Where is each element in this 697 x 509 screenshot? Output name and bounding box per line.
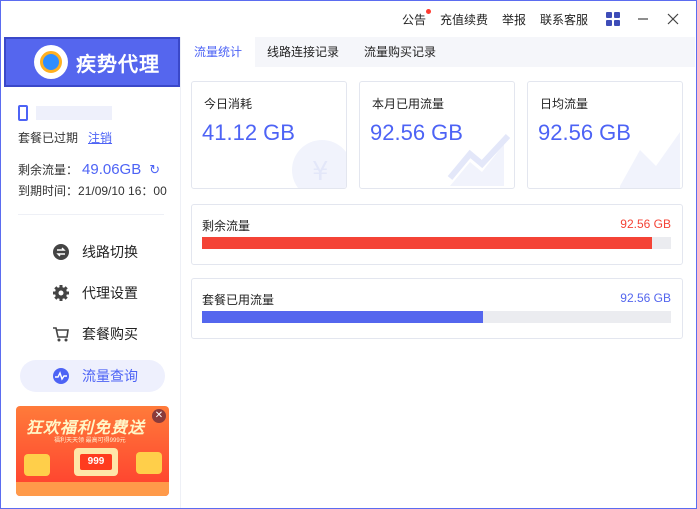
nav-item-proxy-settings[interactable]: 代理设置	[20, 277, 165, 309]
gear-icon	[52, 284, 70, 302]
brand-header: 疾势代理	[4, 37, 180, 87]
cart-icon	[52, 325, 70, 343]
trend-icon	[447, 133, 511, 186]
recharge-link[interactable]: 充值续费	[440, 11, 488, 28]
contact-support-link[interactable]: 联系客服	[540, 11, 588, 28]
nav-item-label: 代理设置	[82, 285, 138, 301]
promo-base	[16, 482, 169, 496]
brand-logo	[34, 45, 68, 79]
promo-price: 999	[80, 454, 112, 470]
progress-fill	[202, 237, 653, 249]
account-row	[18, 105, 112, 121]
minimize-button[interactable]	[632, 8, 654, 30]
nav-item-label: 套餐购买	[82, 326, 138, 342]
progress-track	[202, 237, 671, 249]
switch-icon	[52, 243, 70, 261]
chart-icon	[620, 132, 680, 188]
brand-name: 疾势代理	[76, 53, 160, 76]
remaining-label: 剩余流量：	[18, 163, 79, 177]
usage-value: 92.56 GB	[620, 291, 671, 305]
stat-card-daily-avg: 日均流量 92.56 GB	[527, 81, 683, 189]
progress-track	[202, 311, 671, 323]
expire-label: 到期时间：	[18, 184, 79, 198]
stat-label: 日均流量	[540, 97, 589, 111]
nav-item-line-switch[interactable]: 线路切换	[20, 236, 165, 268]
gift-icon	[24, 454, 50, 476]
expire-row: 到期时间：21/09/10 16：00	[18, 182, 167, 199]
logout-link[interactable]: 注销	[88, 131, 112, 145]
promo-subtitle: 福利天天领 最高可得999元	[54, 438, 126, 444]
promo-price-card: 999	[74, 448, 118, 476]
sidebar-divider	[18, 214, 164, 215]
sidebar: 疾势代理 套餐已过期 注销 剩余流量： 49.06GB ↻ 到期时间：21/09/…	[2, 37, 181, 508]
plan-status: 套餐已过期	[18, 131, 79, 145]
yen-icon: ¥	[292, 140, 346, 188]
nav-item-traffic-query[interactable]: 流量查询	[20, 360, 165, 392]
phone-icon	[18, 105, 28, 121]
announcement-link[interactable]: 公告	[402, 8, 431, 28]
tab-traffic-stats[interactable]: 流量统计	[182, 37, 256, 67]
title-bar: 公告 充值续费 举报 联系客服	[182, 1, 696, 37]
plan-status-row: 套餐已过期 注销	[18, 129, 112, 146]
stat-label: 本月已用流量	[372, 97, 445, 111]
report-link[interactable]: 举报	[502, 11, 526, 28]
nav-item-label: 流量查询	[82, 368, 138, 384]
promo-banner[interactable]: 狂欢福利免费送 福利天天领 最高可得999元 ✕ 999	[16, 406, 169, 496]
nav-item-buy-plan[interactable]: 套餐购买	[20, 318, 165, 350]
expire-value: 21/09/10 16：00	[78, 184, 167, 198]
remaining-traffic-panel: 剩余流量 92.56 GB	[191, 204, 683, 265]
tab-bar: 流量统计 线路连接记录 流量购买记录	[182, 37, 695, 67]
remaining-value: 49.06GB	[82, 161, 142, 178]
svg-text:¥: ¥	[312, 157, 329, 187]
remaining-traffic-row: 剩余流量： 49.06GB ↻	[18, 161, 160, 178]
menu-grid-button[interactable]	[602, 8, 624, 30]
refresh-icon[interactable]: ↻	[149, 162, 160, 178]
plan-used-traffic-panel: 套餐已用流量 92.56 GB	[191, 278, 683, 339]
usage-value: 92.56 GB	[620, 217, 671, 231]
app-window: 公告 充值续费 举报 联系客服 疾势代理 套餐已过期 注销 剩余流量： 49.06…	[0, 0, 697, 509]
tab-connection-log[interactable]: 线路连接记录	[255, 37, 352, 67]
nav-item-label: 线路切换	[82, 244, 138, 260]
gift-icon	[136, 452, 162, 474]
grid-icon	[606, 12, 620, 26]
stat-label: 今日消耗	[204, 97, 253, 111]
close-icon	[667, 13, 679, 25]
stat-card-today: 今日消耗 41.12 GB ¥	[191, 81, 347, 189]
promo-close-icon[interactable]: ✕	[152, 409, 166, 423]
usage-label: 套餐已用流量	[202, 293, 275, 307]
account-name-placeholder	[36, 106, 112, 120]
minimize-icon	[638, 18, 648, 20]
notice-dot	[425, 8, 431, 14]
close-button[interactable]	[662, 8, 684, 30]
stat-card-month: 本月已用流量 92.56 GB	[359, 81, 515, 189]
pulse-icon	[52, 367, 70, 385]
progress-fill	[202, 311, 484, 323]
tab-purchase-log[interactable]: 流量购买记录	[352, 37, 449, 67]
usage-label: 剩余流量	[202, 219, 251, 233]
